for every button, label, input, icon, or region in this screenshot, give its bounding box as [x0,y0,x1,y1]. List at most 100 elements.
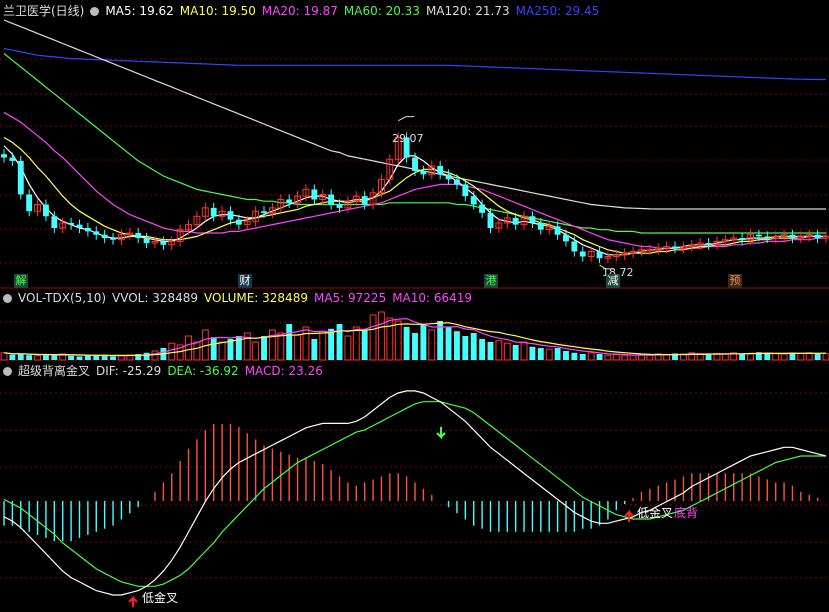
volume-bar [512,345,519,360]
death-cross-arrow-down [436,427,446,440]
volume-bar [394,320,402,361]
candle-down [328,194,335,205]
candle-down [210,207,217,217]
ma120-line [3,19,826,210]
candle-down [160,241,167,245]
candle-down [454,179,460,185]
volume-bar [537,348,544,360]
volume-bar [604,354,612,361]
candle-down [537,222,544,230]
volume-bar [621,355,629,361]
volume-bar [277,332,285,361]
volume-bar [814,354,821,360]
event-marker-forecast[interactable]: 预 [728,274,742,288]
volume-bar [563,351,569,360]
volume-bar [185,335,192,361]
candle-down [17,160,24,195]
volume-bar [772,352,780,361]
volume-bar [612,354,620,361]
volume-bar [428,329,436,361]
candle-down [110,238,116,240]
volume-bar [420,324,427,360]
volume-bar [294,334,302,361]
volume-bar [403,327,410,360]
volume-bar [454,331,460,360]
volume-bar [721,353,729,361]
candle-down [311,189,318,200]
ma250-line [3,47,826,81]
volume-bar [168,342,176,361]
volume-bar [51,355,58,360]
candle-down [76,224,83,228]
candle-down [412,157,418,171]
candle-down [93,231,100,235]
event-marker-finance[interactable]: 财 [238,274,252,288]
volume-bar [487,342,494,360]
stock-chart[interactable] [0,0,829,612]
volume-bar [445,327,452,360]
event-marker-reduce[interactable]: 减 [606,274,620,288]
high-pointer [398,116,415,122]
volume-bar [705,354,712,360]
volume-bar [17,354,24,360]
candle-down [51,216,58,228]
candle-down [596,251,603,259]
candle-down [479,204,486,213]
candle-down [437,165,444,175]
golden-cross-arrow-up [128,595,138,607]
volume-bar [462,336,469,360]
candle-down [143,238,150,244]
candle-down [101,234,108,239]
volume-bar [268,329,276,361]
volume-bar [218,341,226,361]
candle-down [227,211,234,220]
candle-down [84,228,91,232]
golden-cross-label-2: 低金叉 [637,506,674,520]
candle-down [68,222,75,225]
candle-down [755,234,762,237]
volume-bar [252,341,260,361]
volume-bar [479,339,486,360]
volume-bar [646,354,654,361]
candle-down [814,234,821,239]
candle-down [789,234,796,239]
candle-down [43,204,49,217]
candle-down [571,241,578,252]
volume-bar [344,335,352,361]
volume-bar [34,355,41,361]
volume-bar [143,352,150,360]
event-marker-unlock[interactable]: 解 [14,274,28,288]
volume-bar [822,352,829,361]
divergence-label: 底背 [674,506,699,520]
volume-bar [76,356,83,360]
candle-down [286,199,293,203]
volume-bar [9,354,16,360]
candle-down [235,219,242,225]
volume-bar [629,354,637,361]
volume-bar [361,330,368,360]
volume-bar [319,330,327,361]
candle-down [26,194,33,212]
candle-down [361,196,368,205]
volume-bar [193,341,201,361]
volume-bar [110,356,116,360]
golden-cross-label-1: 低金叉 [142,591,179,605]
volume-bar [663,354,671,361]
volume-bar [412,333,418,360]
volume-bar [596,354,603,360]
volume-bar [378,311,385,361]
volume-bar [797,352,805,361]
volume-bar [587,352,595,361]
volume-bar [0,352,8,361]
candle-down [261,211,267,213]
candle-down [336,204,343,208]
volume-bar [210,337,217,360]
candle-down [9,157,16,161]
volume-bar [780,353,788,361]
event-marker-hk[interactable]: 港 [484,274,498,288]
volume-bar [26,355,33,360]
volume-bar [261,336,267,360]
candle-down [470,196,477,205]
candle-down [1,154,7,158]
candle-down [462,184,469,197]
